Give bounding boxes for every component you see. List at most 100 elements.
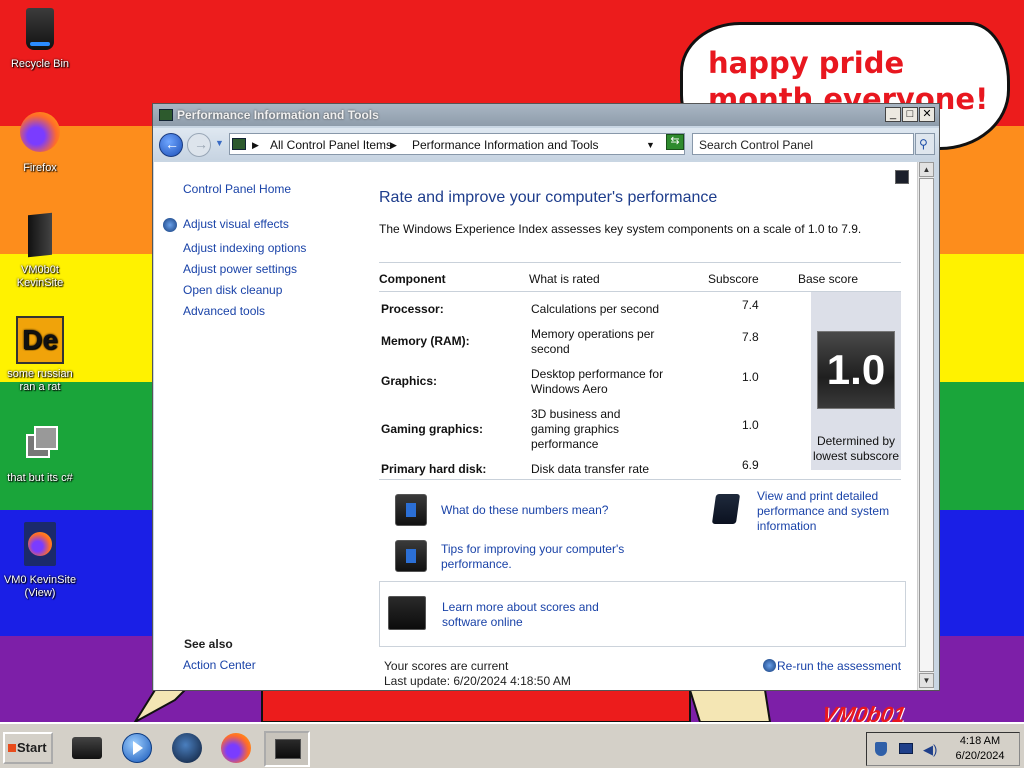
recycle-bin-icon <box>16 6 64 54</box>
subscore-value: 1.0 <box>742 370 759 384</box>
clock-date: 6/20/2024 <box>955 750 1005 762</box>
refresh-button[interactable]: ⇆ <box>666 134 684 150</box>
component-name: Primary hard disk: <box>381 462 487 476</box>
subscore-value: 7.8 <box>742 330 759 344</box>
internet-globe-icon[interactable] <box>170 731 204 765</box>
search-input[interactable]: Search Control Panel <box>692 133 914 155</box>
base-score-panel: 1.0 Determined by lowest subscore <box>811 292 901 470</box>
sidebar-item-adjust-indexing-options[interactable]: Adjust indexing options <box>183 241 306 255</box>
minimize-button[interactable]: _ <box>885 107 901 122</box>
start-button[interactable]: Start <box>3 732 53 764</box>
control-panel-home-link[interactable]: Control Panel Home <box>183 182 291 196</box>
desktop-icon-label: VM0b0t KevinSite <box>16 264 64 289</box>
column-header-component: Component <box>379 272 446 286</box>
printer-icon <box>711 494 741 524</box>
start-logo-icon <box>8 744 16 752</box>
column-header-what-is-rated: What is rated <box>529 272 600 286</box>
clock-time: 4:18 AM <box>959 735 1001 747</box>
tips-improving-link[interactable]: Tips for improving your computer's perfo… <box>441 542 641 572</box>
action-center-link[interactable]: Action Center <box>183 658 256 672</box>
search-placeholder: Search Control Panel <box>699 138 814 152</box>
chevron-icon: ▶ <box>390 140 397 150</box>
subscore-value: 1.0 <box>742 418 759 432</box>
rated-description: Memory operations per second <box>531 327 655 356</box>
security-shield-icon[interactable] <box>875 742 887 756</box>
column-header-subscore: Subscore <box>708 272 759 286</box>
taskbar-app-icon[interactable] <box>70 731 104 765</box>
network-icon[interactable] <box>899 743 913 754</box>
page-title: Rate and improve your computer's perform… <box>379 189 718 206</box>
file-icon <box>16 212 64 260</box>
close-button[interactable]: ✕ <box>919 107 935 122</box>
rerun-assessment-link[interactable]: Re-run the assessment <box>777 659 901 673</box>
last-update: Last update: 6/20/2024 4:18:50 AM <box>384 674 571 688</box>
shield-icon <box>163 218 177 232</box>
breadcrumb-performance-information[interactable]: Performance Information and Tools <box>412 138 599 152</box>
base-score-value: 1.0 <box>817 331 895 409</box>
desktop-icon-firefox[interactable]: Firefox <box>2 110 78 175</box>
divider <box>379 479 901 480</box>
recent-pages-dropdown[interactable]: ▼ <box>215 138 224 148</box>
system-tray: ◀) 4:18 AM 6/20/2024 <box>866 732 1020 766</box>
rated-description: Desktop performance for Windows Aero <box>531 367 664 396</box>
address-row: ← → ▼ ▶ All Control Panel Items ▶ Perfor… <box>153 128 939 160</box>
chevron-icon: ▶ <box>252 140 259 150</box>
firefox-icon <box>16 110 64 158</box>
maximize-button[interactable]: □ <box>902 107 918 122</box>
firefox-icon[interactable] <box>219 731 253 765</box>
back-button[interactable]: ← <box>159 133 183 157</box>
start-label: Start <box>17 740 47 755</box>
help-book-icon <box>395 540 427 572</box>
component-name: Graphics: <box>381 374 438 388</box>
system-clock[interactable]: 4:18 AM 6/20/2024 <box>945 734 1015 764</box>
desktop-icon-recycle-bin[interactable]: Recycle Bin <box>2 6 78 71</box>
rated-description: 3D business and gaming graphics performa… <box>531 407 621 451</box>
control-panel-icon <box>159 109 173 121</box>
desktop-icon-label: some russian ran a rat <box>7 368 73 393</box>
learn-more-link[interactable]: Learn more about scores and software onl… <box>442 600 612 630</box>
taskbar-performance-window[interactable] <box>264 731 310 767</box>
desktop-icon-some-russian-ran-a-rat[interactable]: De some russian ran a rat <box>2 316 78 394</box>
sidebar-item-adjust-power-settings[interactable]: Adjust power settings <box>183 262 297 276</box>
window-title: Performance Information and Tools <box>177 108 379 122</box>
vertical-scrollbar[interactable]: ▲ ▼ <box>917 162 934 690</box>
window-titlebar[interactable]: Performance Information and Tools _ □ ✕ <box>153 104 939 126</box>
breadcrumb-all-control-panel-items[interactable]: All Control Panel Items <box>270 138 392 152</box>
see-also-heading: See also <box>184 637 233 651</box>
left-navigation-pane: Control Panel Home Adjust visual effects… <box>154 162 364 690</box>
learn-more-box: Learn more about scores and software onl… <box>379 581 906 647</box>
help-book-icon <box>395 494 427 526</box>
scroll-up-arrow[interactable]: ▲ <box>919 162 934 177</box>
search-button[interactable]: ⚲ <box>915 133 935 155</box>
sidebar-item-advanced-tools[interactable]: Advanced tools <box>183 304 265 318</box>
rated-description: Calculations per second <box>531 302 660 316</box>
score-status: Your scores are current <box>384 659 509 673</box>
what-numbers-mean-link[interactable]: What do these numbers mean? <box>441 503 608 517</box>
forward-button[interactable]: → <box>187 133 211 157</box>
performance-window: Performance Information and Tools _ □ ✕ … <box>152 103 940 691</box>
rated-description: Disk data transfer rate <box>531 462 650 476</box>
desktop-icon-label: that but its c# <box>7 472 73 484</box>
page-description: The Windows Experience Index assesses ke… <box>379 222 862 236</box>
subscore-value: 7.4 <box>742 298 759 312</box>
view-print-details-link[interactable]: View and print detailed performance and … <box>757 489 907 534</box>
desktop-icon-vm0b0t-kevinsite[interactable]: VM0b0t KevinSite <box>2 212 78 290</box>
component-name: Processor: <box>381 302 444 316</box>
shield-icon <box>763 659 776 672</box>
scroll-down-arrow[interactable]: ▼ <box>919 673 934 688</box>
scroll-thumb[interactable] <box>919 178 934 672</box>
address-bar[interactable]: ▶ All Control Panel Items ▶ Performance … <box>229 133 685 155</box>
monitor-icon <box>388 596 426 630</box>
desktop-icon-vm0-kevinsite-view[interactable]: VM0 KevinSite (View) <box>2 522 78 600</box>
desktop-icon-that-but-its-csharp[interactable]: that but its c# <box>2 420 78 485</box>
subscore-value: 6.9 <box>742 458 759 472</box>
windows-icon <box>16 420 64 468</box>
sidebar-item-adjust-visual-effects[interactable]: Adjust visual effects <box>183 217 289 231</box>
sidebar-item-open-disk-cleanup[interactable]: Open disk cleanup <box>183 283 282 297</box>
address-dropdown-icon[interactable]: ▼ <box>646 140 655 150</box>
search-icon: ⚲ <box>919 137 928 151</box>
media-player-icon[interactable] <box>120 731 154 765</box>
volume-icon[interactable]: ◀) <box>923 742 937 758</box>
monitor-icon <box>275 739 301 759</box>
help-icon[interactable] <box>895 170 909 184</box>
